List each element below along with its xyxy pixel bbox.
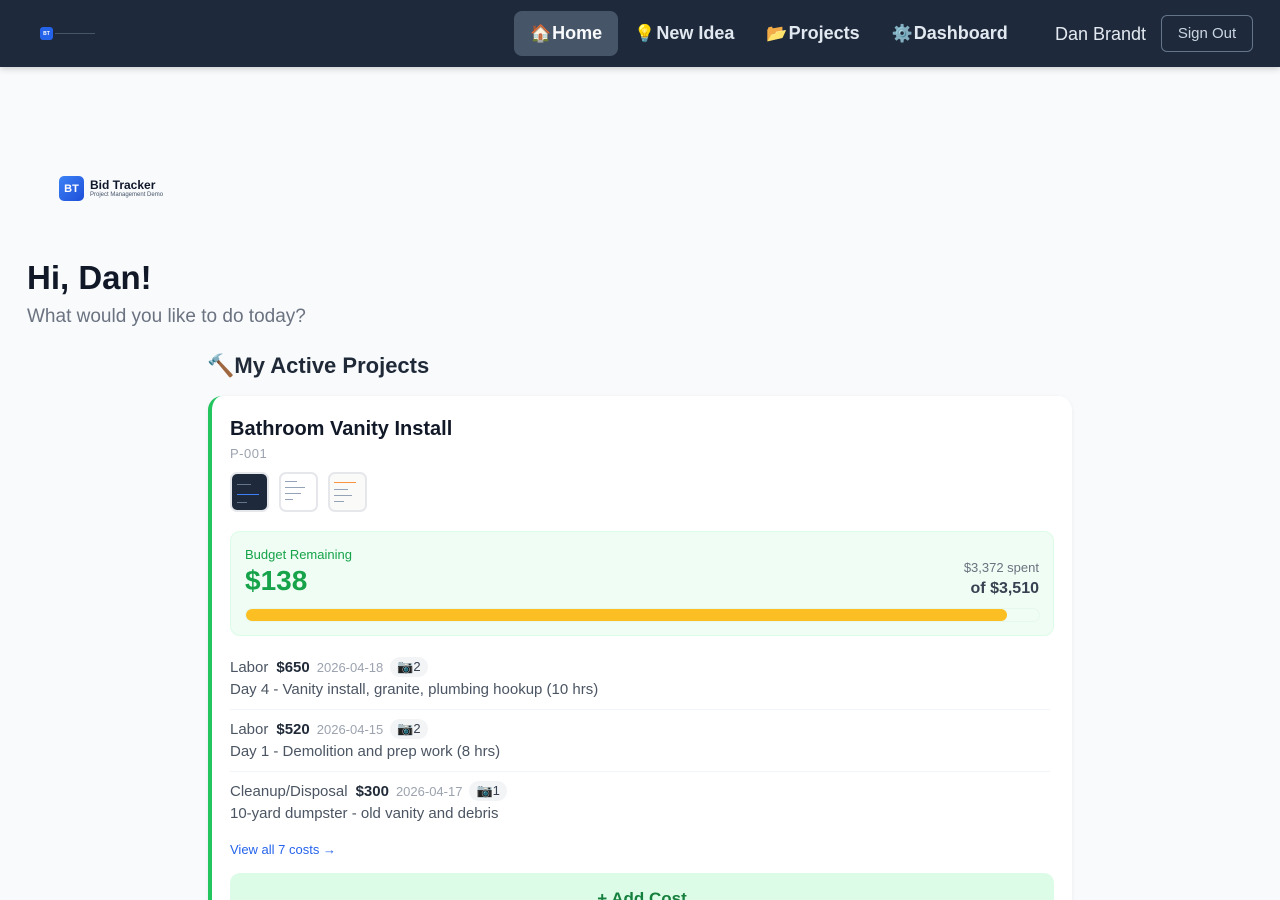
budget-remaining: $138 (245, 565, 308, 596)
section-title-text: My Active Projects (234, 353, 430, 378)
section-title: 🔨My Active Projects (207, 353, 429, 379)
lightbulb-icon: 💡 (634, 23, 656, 43)
photo-thumbnail[interactable] (230, 472, 269, 512)
brand-tagline: Project Management Demo (90, 191, 164, 198)
cost-description: 10-yard dumpster - old vanity and debris (230, 805, 499, 822)
folder-icon: 📂 (766, 23, 788, 43)
cost-amount: $300 (355, 782, 389, 800)
budget-progress-bar (245, 608, 1040, 622)
nav-links: 🏠 Home 💡 New Idea 📂 Projects ⚙️ Dashboar… (514, 11, 1024, 56)
nav-projects[interactable]: 📂 Projects (750, 11, 875, 56)
gear-icon: ⚙️ (891, 23, 913, 43)
camera-icon[interactable]: 📷1 (469, 781, 507, 801)
brand-badge: BT (59, 176, 84, 201)
home-icon: 🏠 (530, 23, 552, 43)
budget-progress-fill (246, 609, 1008, 621)
cost-category: Cleanup/Disposal (230, 782, 348, 800)
nav-dashboard-label: Dashboard (913, 23, 1008, 43)
greeting-title: Hi, Dan! (27, 259, 152, 296)
cost-amount: $520 (276, 720, 310, 738)
nav-home-label: Home (552, 23, 603, 43)
budget-panel: Budget Remaining $138 $3,372 spent of $3… (230, 531, 1054, 636)
photo-thumbnail[interactable] (328, 472, 367, 512)
nav-new-idea-label: New Idea (656, 23, 735, 43)
logo-badge: BT (40, 27, 53, 40)
user-name: Dan Brandt (1055, 24, 1147, 44)
photo-thumbnails (230, 472, 367, 512)
cost-description: Day 1 - Demolition and prep work (8 hrs) (230, 743, 501, 760)
project-title[interactable]: Bathroom Vanity Install (230, 418, 452, 441)
cost-item[interactable]: Labor $520 2026-04-15 📷2 Day 1 - Demolit… (230, 710, 1050, 772)
cost-list: Labor $650 2026-04-18 📷2 Day 4 - Vanity … (230, 648, 1050, 834)
cost-item[interactable]: Labor $650 2026-04-18 📷2 Day 4 - Vanity … (230, 648, 1050, 710)
hammer-icon: 🔨 (207, 353, 235, 378)
camera-icon[interactable]: 📷2 (390, 719, 428, 739)
cost-date: 2026-04-17 (395, 783, 463, 799)
nav-projects-label: Projects (788, 23, 860, 43)
cost-amount: $650 (276, 658, 310, 676)
cost-category: Labor (230, 720, 269, 738)
cost-category: Labor (230, 658, 269, 676)
cost-item[interactable]: Cleanup/Disposal $300 2026-04-17 📷1 10-y… (230, 772, 1050, 834)
project-id: P-001 (230, 446, 268, 461)
cost-date: 2026-04-15 (316, 721, 384, 737)
greeting-subtitle: What would you like to do today? (27, 306, 306, 327)
nav-logo[interactable]: BT (40, 27, 95, 40)
budget-spent: $3,372 spent (963, 560, 1039, 575)
cost-date: 2026-04-18 (316, 659, 384, 675)
project-card: Bathroom Vanity Install P-001 Budget Rem… (208, 396, 1072, 900)
camera-icon[interactable]: 📷2 (390, 657, 428, 677)
brand-name: Bid Tracker (90, 177, 156, 192)
nav-new-idea[interactable]: 💡 New Idea (618, 11, 750, 56)
nav-home[interactable]: 🏠 Home (514, 11, 619, 56)
add-cost-button[interactable]: + Add Cost (230, 873, 1054, 900)
brand-logo: BT Bid Tracker Project Management Demo (59, 176, 163, 201)
top-nav: BT 🏠 Home 💡 New Idea 📂 Projects ⚙️ Dashb… (0, 0, 1280, 67)
budget-label: Budget Remaining (245, 547, 352, 562)
budget-total: of $3,510 (970, 580, 1039, 597)
logo-tagline-mark (55, 32, 95, 37)
nav-dashboard[interactable]: ⚙️ Dashboard (876, 11, 1024, 56)
photo-thumbnail[interactable] (279, 472, 318, 512)
sign-out-button[interactable]: Sign Out (1161, 15, 1253, 52)
cost-description: Day 4 - Vanity install, granite, plumbin… (230, 681, 599, 698)
view-all-costs-link[interactable]: View all 7 costs → (230, 842, 336, 857)
